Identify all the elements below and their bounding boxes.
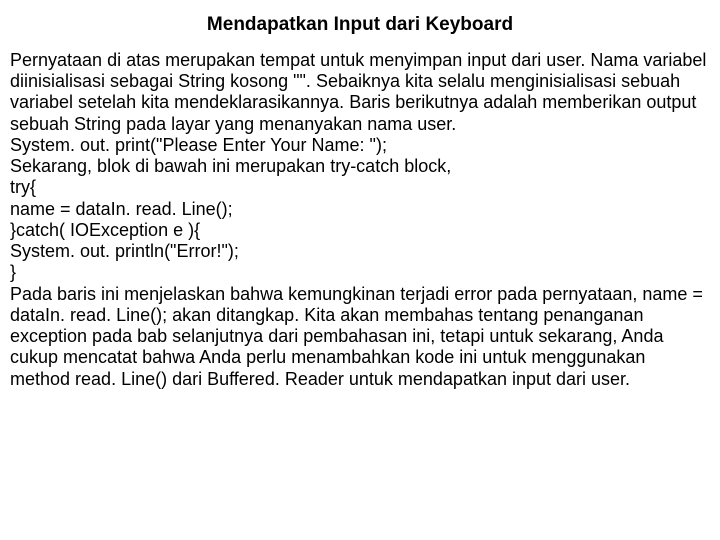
code-line: }: [10, 262, 710, 283]
paragraph: Sekarang, blok di bawah ini merupakan tr…: [10, 156, 710, 177]
paragraph: Pernyataan di atas merupakan tempat untu…: [10, 50, 710, 135]
body-text: Pernyataan di atas merupakan tempat untu…: [10, 50, 710, 390]
document-page: Mendapatkan Input dari Keyboard Pernyata…: [0, 0, 720, 540]
paragraph: Pada baris ini menjelaskan bahwa kemungk…: [10, 284, 710, 390]
page-title: Mendapatkan Input dari Keyboard: [10, 14, 710, 36]
code-line: name = dataIn. read. Line();: [10, 199, 710, 220]
code-line: try{: [10, 177, 710, 198]
code-line: }catch( IOException e ){: [10, 220, 710, 241]
code-line: System. out. println("Error!");: [10, 241, 710, 262]
code-line: System. out. print("Please Enter Your Na…: [10, 135, 710, 156]
